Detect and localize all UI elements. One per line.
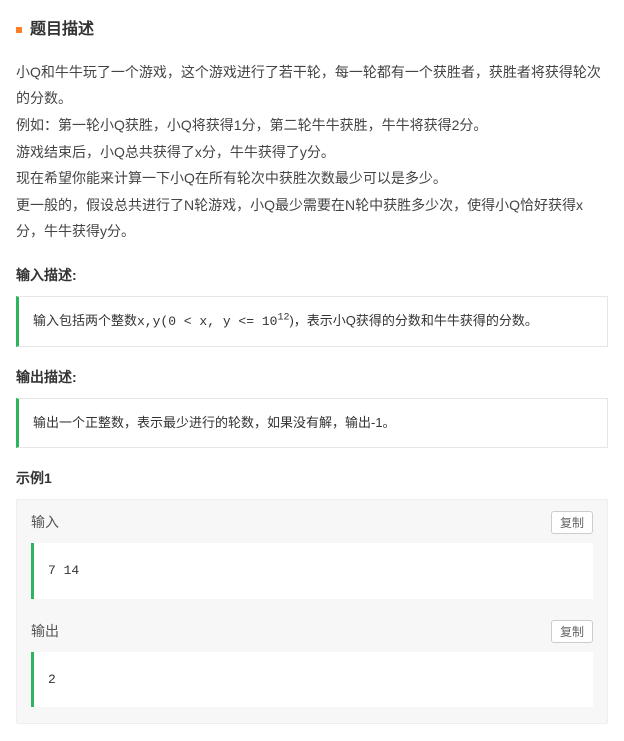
output-desc-label: 输出描述: xyxy=(16,365,608,390)
example-input-header: 输入 复制 xyxy=(17,500,607,543)
input-desc-exp: 12 xyxy=(277,313,289,324)
problem-title: 题目描述 xyxy=(16,16,608,45)
example-output-header: 输出 复制 xyxy=(17,609,607,652)
input-desc-label: 输入描述: xyxy=(16,263,608,288)
input-desc-suffix: )，表示小Q获得的分数和牛牛获得的分数。 xyxy=(289,313,537,328)
example-output-content: 2 xyxy=(31,652,593,707)
example-input-content: 7 14 xyxy=(31,543,593,598)
example-output-label: 输出 xyxy=(31,619,59,644)
input-desc-prefix: 输入包括两个整数x,y(0 < x, y <= 10 xyxy=(33,314,277,329)
copy-input-button[interactable]: 复制 xyxy=(551,511,593,534)
output-desc-text: 输出一个正整数，表示最少进行的轮数，如果没有解，输出-1。 xyxy=(33,415,396,430)
example-input-label: 输入 xyxy=(31,510,59,535)
input-desc-box: 输入包括两个整数x,y(0 < x, y <= 1012)，表示小Q获得的分数和… xyxy=(16,296,608,346)
title-marker xyxy=(16,27,22,33)
example-block: 输入 复制 7 14 输出 复制 2 xyxy=(16,499,608,724)
problem-description: 小Q和牛牛玩了一个游戏，这个游戏进行了若干轮，每一轮都有一个获胜者，获胜者将获得… xyxy=(16,59,608,245)
output-desc-box: 输出一个正整数，表示最少进行的轮数，如果没有解，输出-1。 xyxy=(16,398,608,448)
copy-output-button[interactable]: 复制 xyxy=(551,620,593,643)
title-text: 题目描述 xyxy=(30,16,94,45)
example-label: 示例1 xyxy=(16,466,608,491)
